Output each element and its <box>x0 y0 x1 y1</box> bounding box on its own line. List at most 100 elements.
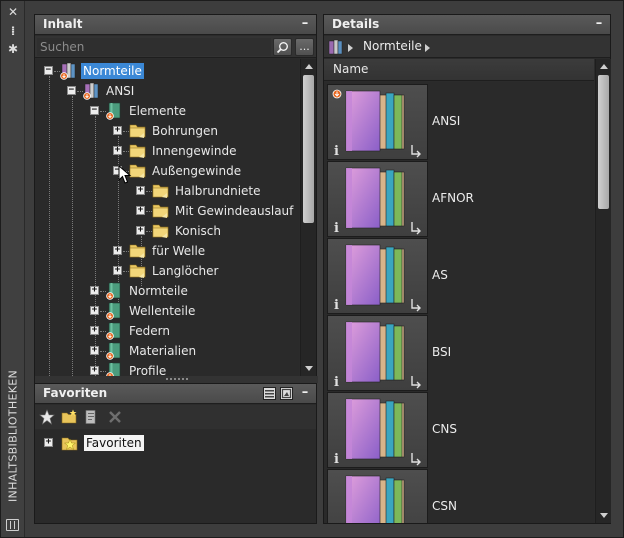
library-thumbnail-icon[interactable]: i <box>327 469 428 523</box>
expand-icon[interactable]: + <box>136 226 145 235</box>
delete-icon[interactable] <box>107 409 123 425</box>
library-thumbnail-icon[interactable]: i <box>327 392 428 468</box>
properties-icon[interactable] <box>83 409 99 425</box>
folder-icon <box>128 121 146 139</box>
tree-node-label[interactable]: ANSI <box>104 83 136 99</box>
collapse-icon[interactable]: − <box>44 66 53 75</box>
details-item[interactable]: i AS <box>327 238 589 314</box>
scroll-down-arrow-icon[interactable] <box>305 366 313 371</box>
tree-node[interactable]: + Bohrungen <box>35 121 299 141</box>
expand-icon[interactable]: + <box>136 186 145 195</box>
expand-icon[interactable]: + <box>113 266 122 275</box>
library-thumbnail-icon[interactable]: i <box>327 238 428 314</box>
tree-node-label[interactable]: Langlöcher <box>150 263 220 279</box>
list-view-icon[interactable] <box>263 387 276 400</box>
tree-scrollbar[interactable] <box>300 59 316 376</box>
tree-node-label[interactable]: Normteile <box>81 63 144 79</box>
library-thumbnail-icon[interactable]: i <box>327 161 428 237</box>
expand-icon[interactable]: + <box>90 286 99 295</box>
tree-node[interactable]: + Halbrundniete <box>35 181 299 201</box>
tree-node-label[interactable]: Innengewinde <box>150 143 239 159</box>
library-icon[interactable] <box>6 519 19 531</box>
tree-node-label[interactable]: Normteile <box>127 283 190 299</box>
content-panel-title: Inhalt <box>43 17 83 31</box>
column-header-name[interactable]: Name <box>324 59 594 81</box>
tree-node[interactable]: − Elemente <box>35 101 299 121</box>
library-thumbnail-icon[interactable]: i <box>327 315 428 391</box>
tree-node[interactable]: − Normteile <box>35 61 299 81</box>
more-options-button[interactable]: ... <box>295 38 314 56</box>
details-item[interactable]: i CNS <box>327 392 589 468</box>
favorites-panel-header: Favoriten – <box>35 384 316 404</box>
pin-icon[interactable]: ⁞ <box>6 24 20 38</box>
tree-node-label[interactable]: Profile <box>127 363 168 376</box>
scroll-up-arrow-icon[interactable] <box>600 64 608 69</box>
tree-node-label[interactable]: Konisch <box>173 223 223 239</box>
favorites-node[interactable]: + Favoriten <box>35 433 299 453</box>
tree-node[interactable]: − ANSI <box>35 81 299 101</box>
search-button[interactable] <box>273 38 292 56</box>
expand-icon[interactable]: + <box>90 306 99 315</box>
details-item-name: BSI <box>432 345 452 359</box>
details-item[interactable]: i ANSI <box>327 84 589 160</box>
breadcrumb-separator-icon[interactable] <box>348 44 353 52</box>
scroll-up-arrow-icon[interactable] <box>305 64 313 69</box>
expand-icon[interactable]: + <box>136 206 145 215</box>
details-scrollbar[interactable] <box>595 59 611 523</box>
breadcrumb-separator-icon[interactable] <box>425 44 430 52</box>
expand-icon[interactable]: + <box>90 346 99 355</box>
new-folder-icon[interactable] <box>61 409 77 425</box>
tree-node[interactable]: + Normteile <box>35 281 299 301</box>
expand-icon[interactable]: + <box>113 126 122 135</box>
details-panel: Details – Normteile Name i ANSI i AFNOR i AS i… <box>323 14 611 524</box>
collapse-icon[interactable]: − <box>90 106 99 115</box>
tree-node-label[interactable]: Elemente <box>127 103 188 119</box>
minimize-button[interactable]: – <box>592 17 606 31</box>
tree-node[interactable]: + Mit Gewindeauslauf <box>35 201 299 221</box>
breadcrumb-item[interactable]: Normteile <box>363 39 422 53</box>
tree-node[interactable]: + Konisch <box>35 221 299 241</box>
details-item[interactable]: i CSN <box>327 469 589 523</box>
tree-node[interactable]: − Außengewinde <box>35 161 299 181</box>
expand-icon[interactable]: + <box>90 326 99 335</box>
svg-text:i: i <box>334 375 339 390</box>
search-input[interactable] <box>37 38 271 56</box>
scroll-down-arrow-icon[interactable] <box>600 513 608 518</box>
settings-icon[interactable]: ✱ <box>6 42 20 56</box>
tree-node-label[interactable]: Wellenteile <box>127 303 197 319</box>
tree-node[interactable]: + Materialien <box>35 341 299 361</box>
tree-node-label[interactable]: für Welle <box>150 243 207 259</box>
library-thumbnail-icon[interactable]: i <box>327 84 428 160</box>
add-favorite-star-icon[interactable] <box>39 409 55 425</box>
tree-node[interactable]: + Wellenteile <box>35 301 299 321</box>
tree-node[interactable]: + für Welle <box>35 241 299 261</box>
tree-node[interactable]: + Profile <box>35 361 299 376</box>
folder-icon <box>128 141 146 159</box>
details-item-name: CNS <box>432 422 457 436</box>
tree-node[interactable]: + Federn <box>35 321 299 341</box>
favorites-node-label[interactable]: Favoriten <box>84 435 144 451</box>
minimize-button[interactable]: – <box>298 386 312 400</box>
panel-splitter[interactable] <box>35 376 318 383</box>
tree-node-label[interactable]: Mit Gewindeauslauf <box>173 203 295 219</box>
minimize-button[interactable]: – <box>298 17 312 31</box>
collapse-icon[interactable]: − <box>67 86 76 95</box>
expand-icon[interactable]: + <box>113 246 122 255</box>
close-icon[interactable]: ✕ <box>6 5 20 19</box>
tree-node[interactable]: + Langlöcher <box>35 261 299 281</box>
tree-node-label[interactable]: Materialien <box>127 343 198 359</box>
scrollbar-thumb[interactable] <box>303 75 314 223</box>
tree-node-label[interactable]: Außengewinde <box>150 163 243 179</box>
tree-node-label[interactable]: Federn <box>127 323 172 339</box>
expand-icon[interactable]: + <box>44 438 53 447</box>
tree-node-label[interactable]: Halbrundniete <box>173 183 263 199</box>
expand-icon[interactable]: + <box>90 366 99 375</box>
tree-node[interactable]: + Innengewinde <box>35 141 299 161</box>
folder-icon <box>151 181 169 199</box>
details-item[interactable]: i BSI <box>327 315 589 391</box>
thumbnail-view-icon[interactable] <box>280 387 293 400</box>
details-item[interactable]: i AFNOR <box>327 161 589 237</box>
tree-node-label[interactable]: Bohrungen <box>150 123 220 139</box>
scrollbar-thumb[interactable] <box>598 75 609 209</box>
expand-icon[interactable]: + <box>113 146 122 155</box>
